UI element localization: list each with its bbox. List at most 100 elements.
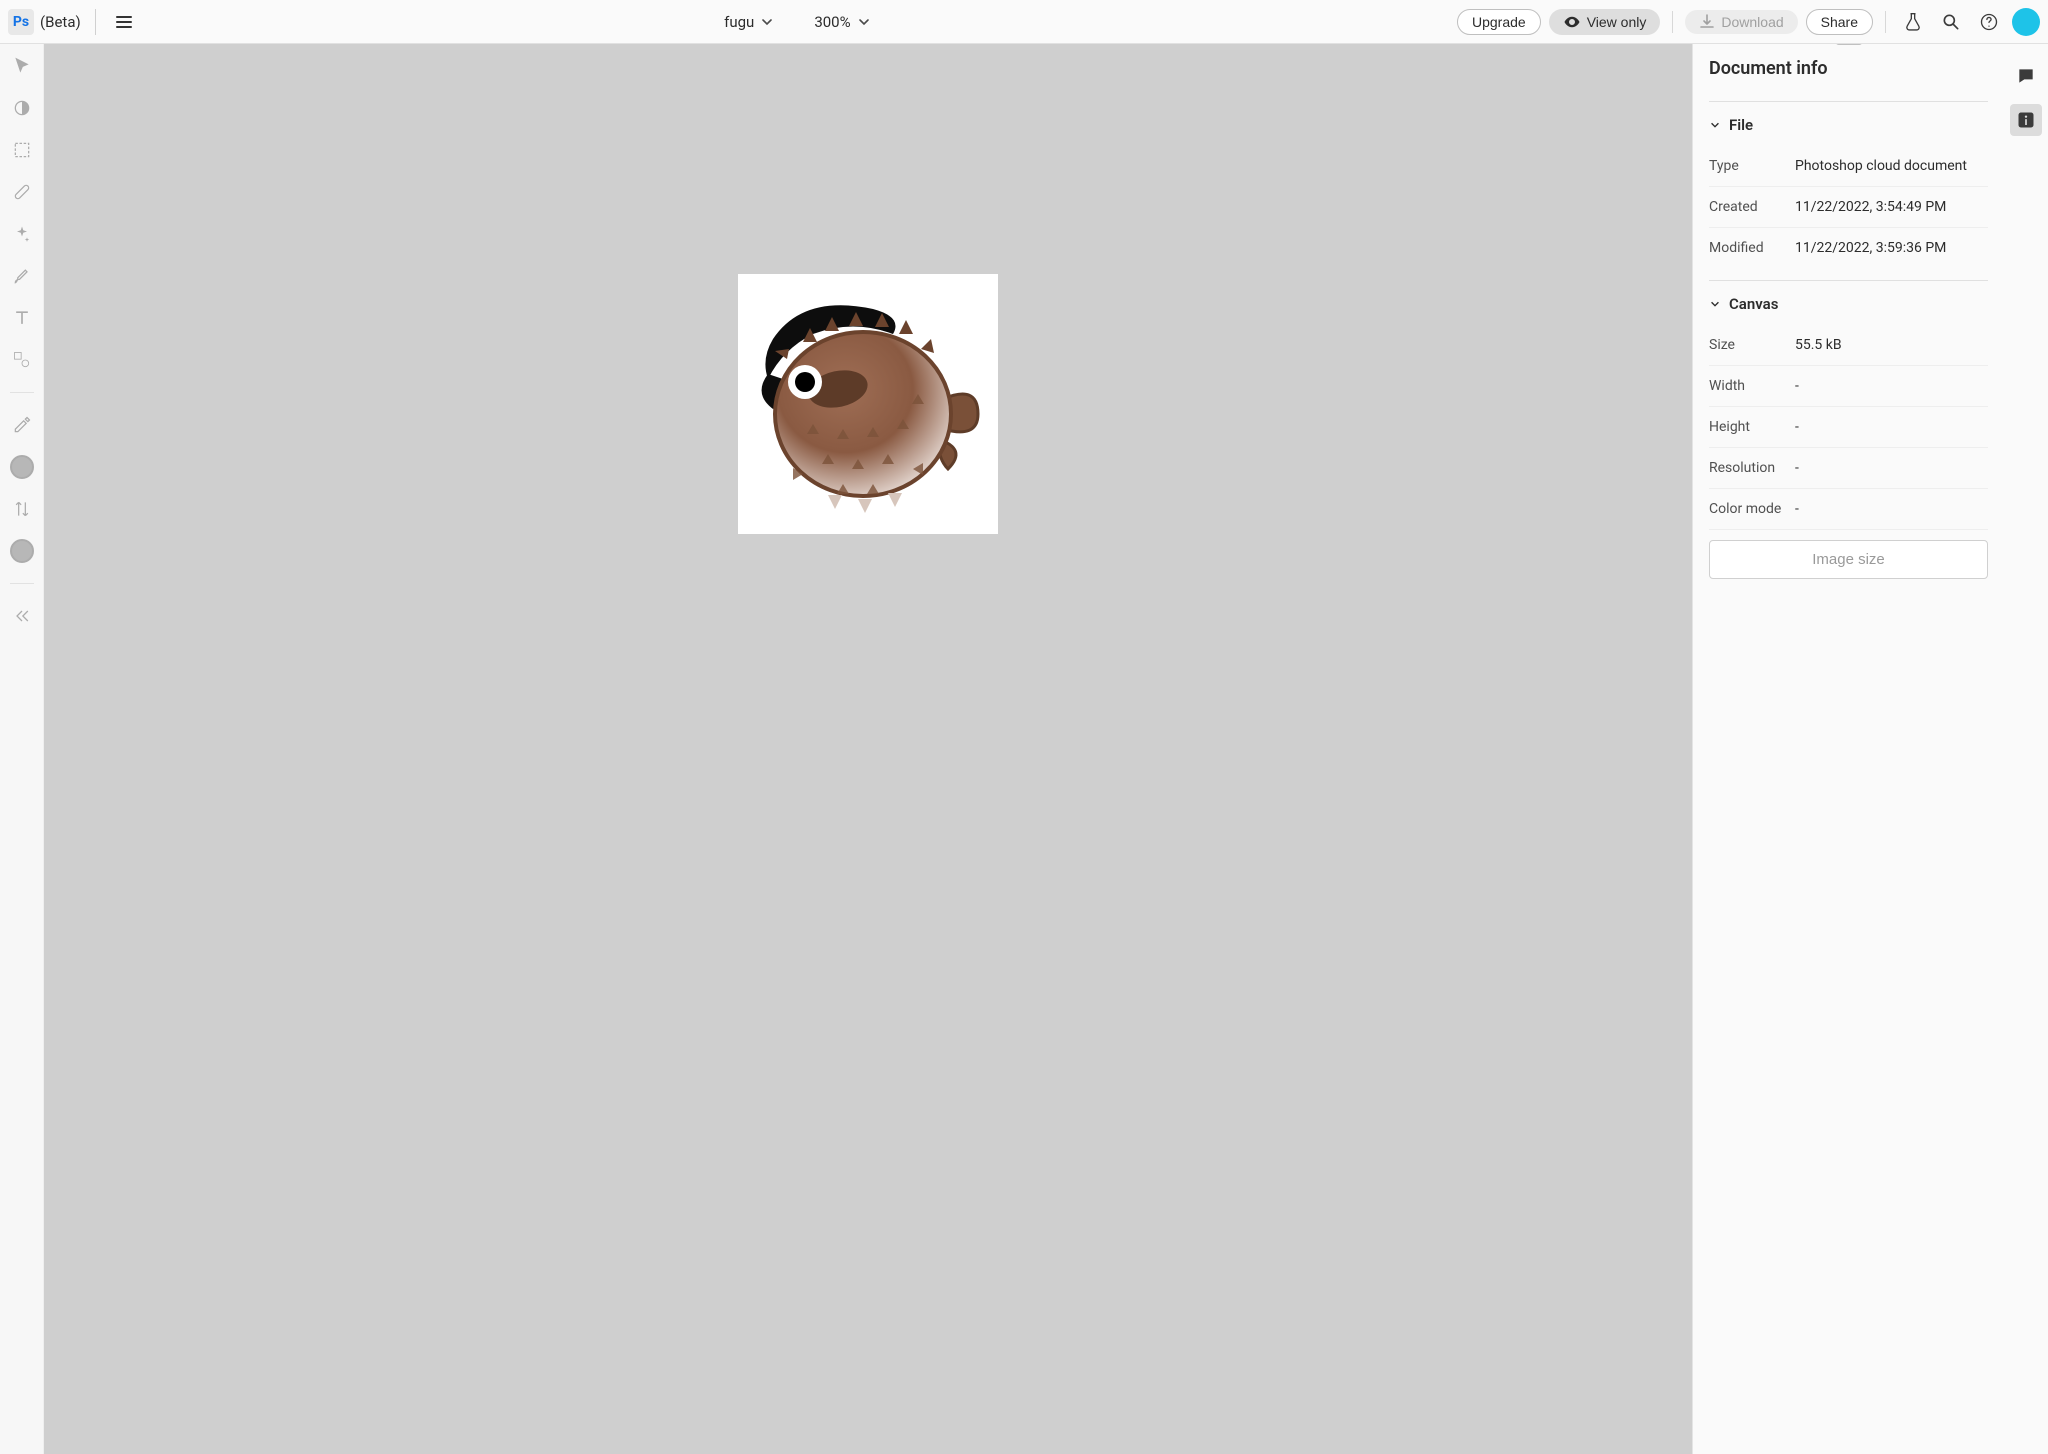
chevron-down-icon bbox=[857, 15, 871, 29]
canvas-area[interactable] bbox=[44, 44, 1692, 1454]
swap-colors[interactable] bbox=[10, 497, 34, 521]
main-area: Document info File Type Photoshop cloud … bbox=[0, 44, 2048, 1454]
document-artwork bbox=[743, 279, 993, 529]
canvas-section-header[interactable]: Canvas bbox=[1709, 295, 1988, 313]
cursor-icon bbox=[12, 56, 32, 76]
bandage-icon bbox=[12, 182, 32, 202]
selection-tool[interactable] bbox=[10, 138, 34, 162]
collapse-toolbar[interactable] bbox=[10, 604, 34, 628]
foreground-color[interactable] bbox=[10, 455, 34, 479]
chevrons-left-icon bbox=[12, 606, 32, 626]
header-right: Upgrade View only Download Share bbox=[1457, 7, 2040, 37]
chevron-down-icon bbox=[1709, 119, 1721, 131]
info-row-resolution: Resolution - bbox=[1709, 448, 1988, 489]
background-color[interactable] bbox=[10, 539, 34, 563]
divider bbox=[1885, 11, 1886, 33]
magic-tool[interactable] bbox=[10, 222, 34, 246]
chevron-down-icon bbox=[760, 15, 774, 29]
logo-group: Ps (Beta) bbox=[8, 9, 81, 35]
row-value: - bbox=[1795, 501, 1799, 517]
canvas-section: Canvas Size 55.5 kB Width - Height - Res… bbox=[1709, 280, 1988, 579]
document-name: fugu bbox=[724, 13, 754, 31]
header-center: fugu 300% bbox=[146, 13, 1449, 31]
row-value: - bbox=[1795, 460, 1799, 476]
brush-icon bbox=[12, 266, 32, 286]
contrast-icon bbox=[12, 98, 32, 118]
row-label: Size bbox=[1709, 337, 1795, 353]
search-icon bbox=[1941, 12, 1961, 32]
help-button[interactable] bbox=[1974, 7, 2004, 37]
menu-button[interactable] bbox=[110, 8, 138, 36]
user-avatar[interactable] bbox=[2012, 8, 2040, 36]
info-row-height: Height - bbox=[1709, 407, 1988, 448]
info-row-type: Type Photoshop cloud document bbox=[1709, 146, 1988, 187]
canvas-section-label: Canvas bbox=[1729, 295, 1778, 313]
download-icon bbox=[1699, 14, 1715, 30]
row-value: 11/22/2022, 3:59:36 PM bbox=[1795, 240, 1946, 256]
row-label: Resolution bbox=[1709, 460, 1795, 476]
file-section-label: File bbox=[1729, 116, 1753, 134]
app-header: Ps (Beta) fugu 300% Upgrade View only Do… bbox=[0, 0, 2048, 44]
download-label: Download bbox=[1721, 14, 1783, 30]
document-info-panel: Document info File Type Photoshop cloud … bbox=[1692, 44, 2004, 1454]
brush-tool[interactable] bbox=[10, 264, 34, 288]
info-button[interactable] bbox=[2010, 104, 2042, 136]
download-button: Download bbox=[1685, 10, 1797, 34]
eye-icon bbox=[1563, 13, 1581, 31]
view-only-label: View only bbox=[1587, 14, 1647, 30]
info-row-size: Size 55.5 kB bbox=[1709, 325, 1988, 366]
info-icon bbox=[2016, 110, 2036, 130]
labs-button[interactable] bbox=[1898, 7, 1928, 37]
eyedropper-tool[interactable] bbox=[10, 413, 34, 437]
row-value: - bbox=[1795, 378, 1799, 394]
text-icon bbox=[12, 308, 32, 328]
zoom-value: 300% bbox=[814, 13, 850, 31]
left-toolbar bbox=[0, 44, 44, 1454]
row-value: 11/22/2022, 3:54:49 PM bbox=[1795, 199, 1946, 215]
divider bbox=[10, 392, 34, 393]
info-row-colormode: Color mode - bbox=[1709, 489, 1988, 530]
document-name-dropdown[interactable]: fugu bbox=[724, 13, 774, 31]
right-rail bbox=[2004, 44, 2048, 1454]
adjust-tool[interactable] bbox=[10, 96, 34, 120]
file-section-header[interactable]: File bbox=[1709, 116, 1988, 134]
chevron-down-icon bbox=[1709, 298, 1721, 310]
beta-label: (Beta) bbox=[40, 13, 81, 31]
info-row-created: Created 11/22/2022, 3:54:49 PM bbox=[1709, 187, 1988, 228]
row-label: Color mode bbox=[1709, 501, 1795, 517]
row-value: - bbox=[1795, 419, 1799, 435]
divider bbox=[10, 583, 34, 584]
hamburger-icon bbox=[115, 13, 133, 31]
divider bbox=[1672, 11, 1673, 33]
row-label: Height bbox=[1709, 419, 1795, 435]
sparkle-icon bbox=[12, 224, 32, 244]
canvas[interactable] bbox=[738, 274, 998, 534]
help-icon bbox=[1979, 12, 1999, 32]
row-value: Photoshop cloud document bbox=[1795, 158, 1967, 174]
row-label: Width bbox=[1709, 378, 1795, 394]
zoom-dropdown[interactable]: 300% bbox=[814, 13, 870, 31]
heal-tool[interactable] bbox=[10, 180, 34, 204]
file-section: File Type Photoshop cloud document Creat… bbox=[1709, 101, 1988, 268]
divider bbox=[95, 9, 96, 35]
row-label: Type bbox=[1709, 158, 1795, 174]
share-button[interactable]: Share bbox=[1806, 9, 1873, 35]
info-row-modified: Modified 11/22/2022, 3:59:36 PM bbox=[1709, 228, 1988, 268]
comments-button[interactable] bbox=[2010, 60, 2042, 92]
comment-icon bbox=[2016, 66, 2036, 86]
row-label: Created bbox=[1709, 199, 1795, 215]
panel-drag-handle[interactable] bbox=[1836, 44, 1862, 45]
upgrade-button[interactable]: Upgrade bbox=[1457, 9, 1541, 35]
row-value: 55.5 kB bbox=[1795, 337, 1842, 353]
image-size-button[interactable]: Image size bbox=[1709, 540, 1988, 579]
app-logo[interactable]: Ps bbox=[8, 9, 34, 35]
shapes-tool[interactable] bbox=[10, 348, 34, 372]
eyedropper-icon bbox=[12, 415, 32, 435]
info-row-width: Width - bbox=[1709, 366, 1988, 407]
move-tool[interactable] bbox=[10, 54, 34, 78]
beaker-icon bbox=[1903, 12, 1923, 32]
search-button[interactable] bbox=[1936, 7, 1966, 37]
row-label: Modified bbox=[1709, 240, 1795, 256]
panel-title: Document info bbox=[1709, 58, 1988, 79]
text-tool[interactable] bbox=[10, 306, 34, 330]
